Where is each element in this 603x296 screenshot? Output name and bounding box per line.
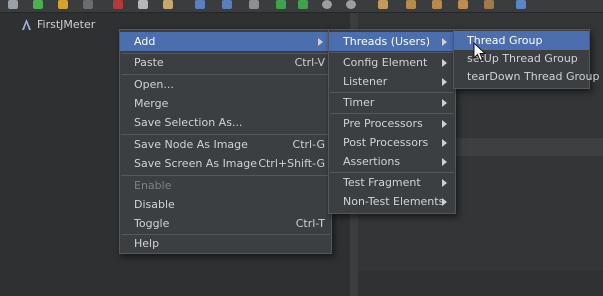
mouse-pointer-icon	[473, 42, 487, 62]
submenu-arrow-icon	[442, 178, 447, 187]
search-icon[interactable]	[458, 0, 468, 9]
menu-item-threads-users[interactable]: Threads (Users)	[329, 32, 455, 51]
submenu-arrow-icon	[442, 138, 447, 147]
tree-node-label: FirstJMeter	[37, 18, 96, 31]
copy-icon[interactable]	[138, 0, 148, 9]
submenu-arrow-icon	[442, 197, 447, 206]
test-plan-icon	[22, 19, 31, 30]
menu-item-save-node-as-image[interactable]: Save Node As Image Ctrl-G	[120, 135, 331, 154]
menu-item-enable: Enable	[134, 179, 172, 192]
submenu-arrow-icon	[442, 98, 447, 107]
new-icon[interactable]	[8, 0, 18, 9]
menu-item-pre-processors[interactable]: Pre Processors	[329, 114, 455, 133]
menu-item-paste[interactable]: Paste Ctrl-V	[120, 53, 331, 72]
menu-item-assertions[interactable]: Assertions	[329, 152, 455, 171]
submenu-arrow-icon	[318, 37, 323, 46]
remote-start-icon[interactable]	[378, 0, 388, 9]
toggle-icon[interactable]	[249, 0, 259, 9]
menu-item-post-processors[interactable]: Post Processors	[329, 133, 455, 152]
start-no-pause-icon[interactable]	[298, 0, 308, 9]
shutdown-icon[interactable]	[346, 0, 356, 9]
clear-all-icon[interactable]	[432, 0, 442, 9]
menu-item-open[interactable]: Open...	[120, 75, 331, 94]
menu-item-disable[interactable]: Disable	[120, 195, 331, 214]
menu-item-help[interactable]: Help	[120, 234, 331, 253]
cut-icon[interactable]	[113, 0, 123, 9]
stop-icon[interactable]	[322, 0, 332, 9]
menu-item-listener[interactable]: Listener	[329, 72, 455, 91]
menu-item-merge[interactable]: Merge	[120, 94, 331, 113]
templates-icon[interactable]	[33, 0, 43, 9]
save-icon[interactable]	[83, 0, 93, 9]
submenu-arrow-icon	[442, 37, 447, 46]
toolbar	[0, 0, 603, 13]
open-icon[interactable]	[58, 0, 68, 9]
menu-item-non-test-elements[interactable]: Non-Test Elements	[329, 192, 455, 211]
menu-item-config-element[interactable]: Config Element	[329, 53, 455, 72]
menu-item-toggle[interactable]: Toggle Ctrl-T	[120, 214, 331, 233]
collapse-icon[interactable]	[222, 0, 232, 9]
submenu-arrow-icon	[442, 58, 447, 67]
menu-item-timer[interactable]: Timer	[329, 93, 455, 112]
menu-item-teardown-thread-group[interactable]: tearDown Thread Group	[454, 67, 599, 86]
submenu-arrow-icon	[442, 157, 447, 166]
menu-item-save-selection-as[interactable]: Save Selection As...	[120, 113, 331, 132]
submenu-arrow-icon	[442, 77, 447, 86]
submenu-arrow-icon	[442, 119, 447, 128]
reset-search-icon[interactable]	[484, 0, 494, 9]
paste-icon[interactable]	[163, 0, 173, 9]
clear-icon[interactable]	[406, 0, 416, 9]
add-submenu: Threads (Users) Config Element Listener …	[328, 29, 456, 214]
start-icon[interactable]	[276, 0, 286, 9]
expand-icon[interactable]	[195, 0, 205, 9]
context-menu: Add Paste Ctrl-V Open... Merge Save Sele…	[119, 29, 332, 254]
menu-item-save-screen-as-image[interactable]: Save Screen As Image Ctrl+Shift-G	[120, 154, 331, 173]
menu-item-add[interactable]: Add	[120, 32, 331, 51]
function-helper-icon[interactable]	[516, 0, 526, 9]
menu-item-test-fragment[interactable]: Test Fragment	[329, 173, 455, 192]
